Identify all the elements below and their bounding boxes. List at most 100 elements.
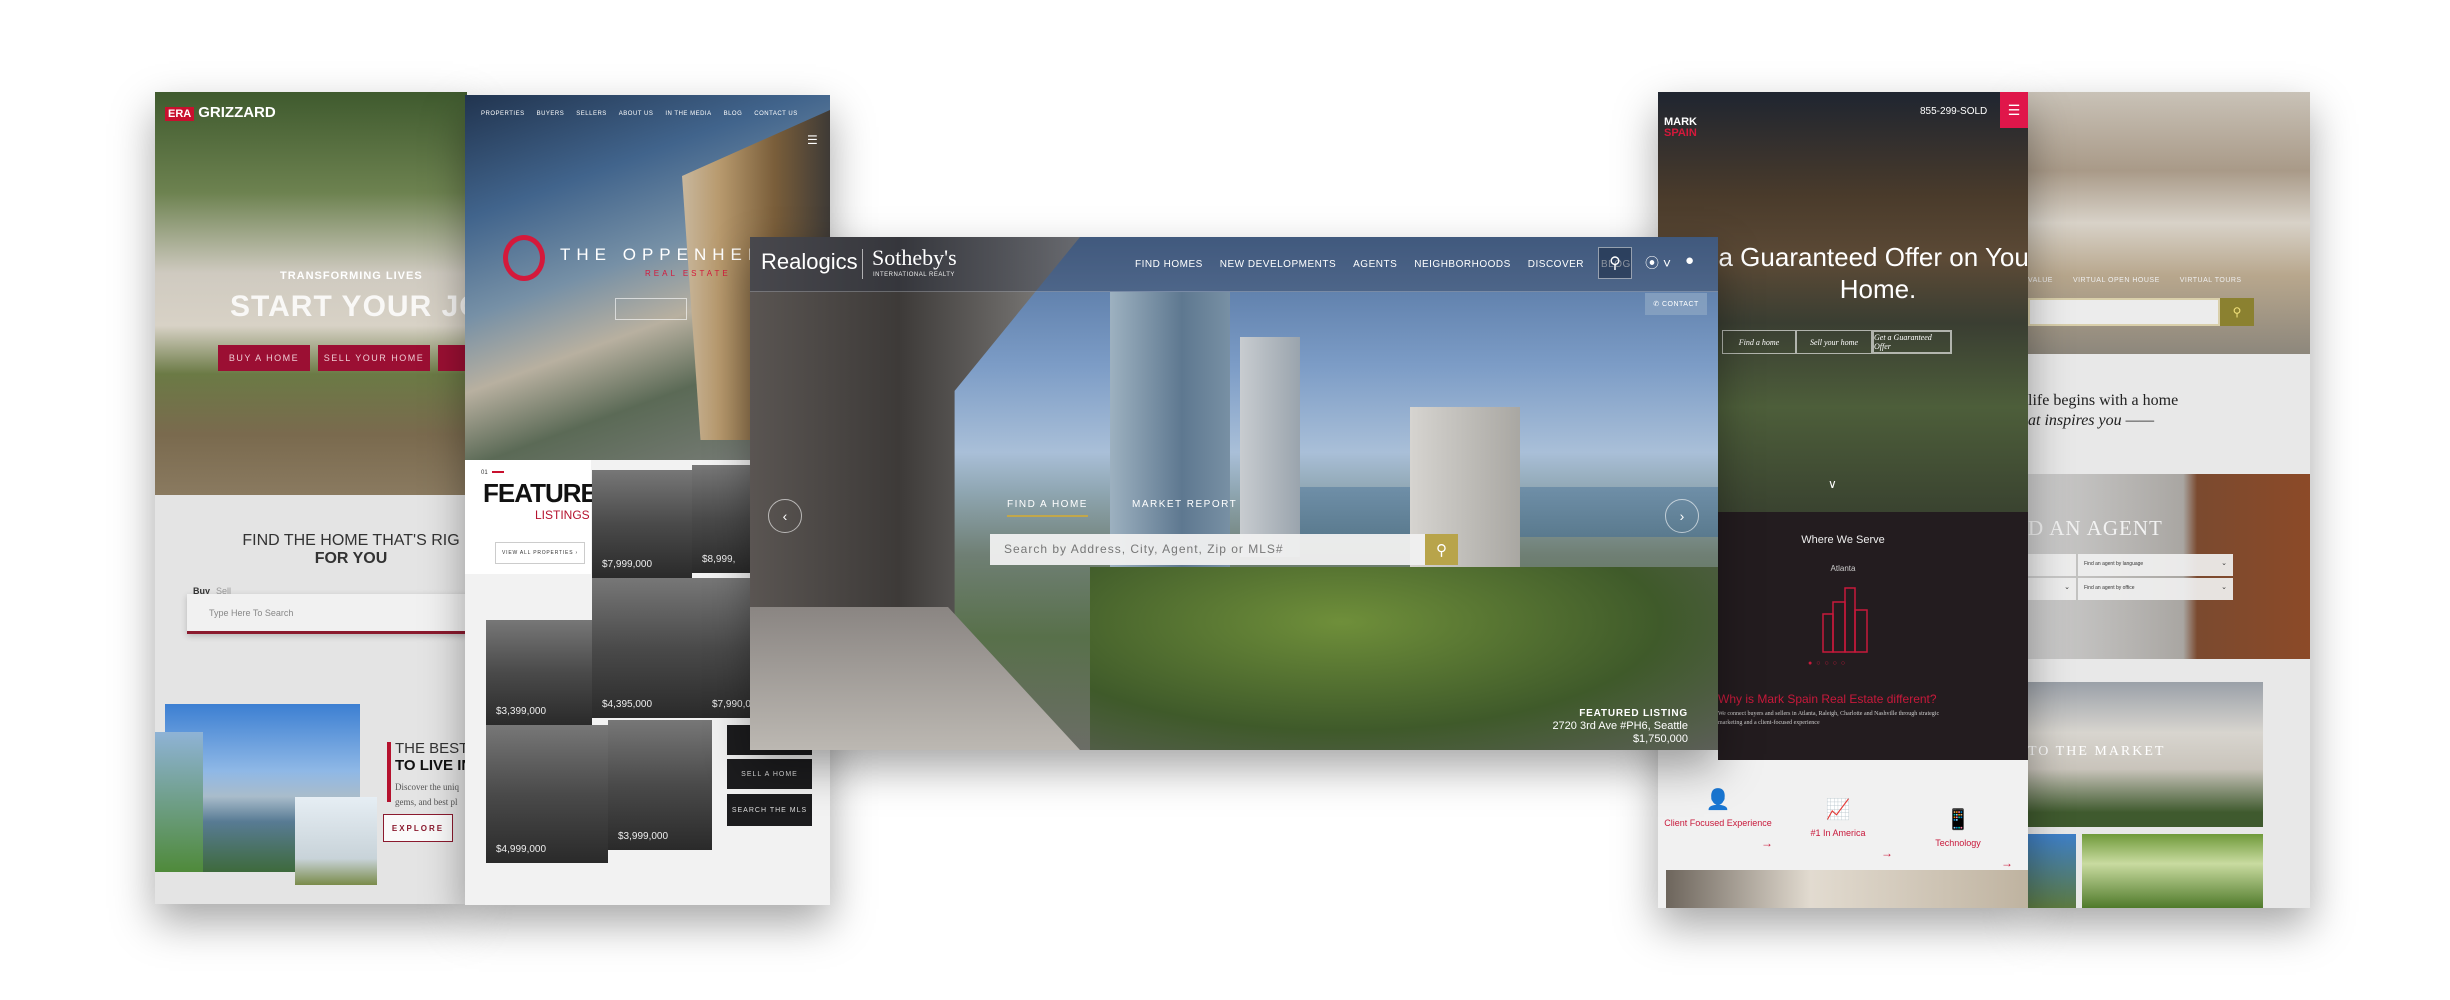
featured-subtitle: LISTINGS <box>535 508 590 522</box>
listing-card[interactable]: $4,999,000 <box>486 725 608 863</box>
featured-listing-caption[interactable]: FEATURED LISTING 2720 3rd Ave #PH6, Seat… <box>1552 707 1688 746</box>
nav-new-developments[interactable]: NEW DEVELOPMENTS <box>1220 259 1336 270</box>
top-nav: PROPERTIES BUYERS SELLERS ABOUT US IN TH… <box>481 111 798 117</box>
featured-label: FEATURED LISTING <box>1579 708 1688 719</box>
location-pin-icon[interactable]: ⦿ ˅ <box>1645 253 1671 273</box>
contact-button[interactable]: ✆ CONTACT <box>1645 293 1707 315</box>
search-input[interactable] <box>2028 298 2220 326</box>
hamburger-menu-icon[interactable]: ☰ <box>807 133 818 147</box>
guaranteed-offer-button[interactable]: Get a Guaranteed Offer <box>1872 330 1952 354</box>
tower-building <box>1240 337 1300 557</box>
markspain-logo[interactable]: MARK SPAIN <box>1664 117 1697 139</box>
tab-value[interactable]: VALUE <box>2028 277 2053 284</box>
listing-card[interactable]: $4,395,000 <box>592 578 702 718</box>
nav-agents[interactable]: AGENTS <box>1353 259 1397 270</box>
agent-select[interactable] <box>2028 554 2076 576</box>
brand-subtitle: REAL ESTATE <box>645 269 731 278</box>
tab-virtual-tours[interactable]: VIRTUAL TOURS <box>2180 277 2242 284</box>
user-icon[interactable]: ● <box>1685 252 1694 269</box>
find-home-button[interactable]: Find a home <box>1722 330 1796 354</box>
nav-neighborhoods[interactable]: NEIGHBORHOODS <box>1414 259 1511 270</box>
listing-card[interactable]: $7,990,00 <box>702 578 752 718</box>
nav-contact[interactable]: CONTACT US <box>754 111 797 117</box>
palm-photo <box>295 797 377 885</box>
oppenheim-logo-icon <box>503 235 545 281</box>
tab-virtual-open-house[interactable]: VIRTUAL OPEN HOUSE <box>2073 277 2160 284</box>
search-input[interactable]: Type Here To Search <box>187 594 467 634</box>
balcony-floor <box>750 607 1080 750</box>
nav-media[interactable]: IN THE MEDIA <box>665 111 711 117</box>
arrow-right-icon: → <box>2001 856 2013 870</box>
hero-cta-button[interactable] <box>615 298 687 320</box>
carousel-dots[interactable]: ●○○○○ <box>1808 660 1849 667</box>
nav-about[interactable]: ABOUT US <box>619 111 654 117</box>
community-photo <box>2028 834 2076 908</box>
nav-discover[interactable]: DISCOVER <box>1528 259 1584 270</box>
arrow-right-icon: → <box>1881 846 1893 860</box>
phone-number[interactable]: 855-299-SOLD <box>1920 106 1987 117</box>
hero-headline-2: Home. <box>1839 274 1917 304</box>
accent-bar <box>387 742 391 802</box>
sell-home-button[interactable]: SELL A HOME <box>727 759 812 789</box>
phone-icon: ✆ <box>1653 301 1662 308</box>
buy-home-button[interactable]: BUY A HOME <box>218 345 310 371</box>
logo-divider <box>862 249 863 279</box>
sell-home-button[interactable]: SELL YOUR HOME <box>318 345 430 371</box>
search-input[interactable]: Search by Address, City, Agent, Zip or M… <box>990 534 1425 565</box>
market-card[interactable]: TO THE MARKET <box>2028 682 2263 827</box>
language-select[interactable]: Find an agent by language ⌄ <box>2078 554 2233 576</box>
tagline-line-1: life begins with a home <box>2028 392 2179 409</box>
skyline-icon <box>1822 587 1868 653</box>
chart-icon: 📈 <box>1825 799 1851 821</box>
realogics-logo[interactable]: Realogics <box>761 249 858 275</box>
sell-home-button[interactable]: Sell your home <box>1796 330 1872 354</box>
hero-kicker: TRANSFORMING LIVES <box>280 270 423 282</box>
nav-properties[interactable]: PROPERTIES <box>481 111 525 117</box>
nav-buyers[interactable]: BUYERS <box>537 111 565 117</box>
listing-card[interactable]: $7,999,000 <box>592 470 692 578</box>
carousel-next-button[interactable]: › <box>1665 499 1699 533</box>
tagline-line-2: at inspires you —— <box>2028 412 2155 429</box>
listing-card[interactable]: $3,399,000 <box>486 620 592 725</box>
chevron-down-icon: ⌄ <box>2064 584 2070 591</box>
search-icon[interactable]: ⚲ <box>2220 298 2254 326</box>
community-photo <box>2082 834 2263 908</box>
phone-icon: 📱 <box>1945 809 1971 831</box>
explore-button[interactable]: EXPLORE <box>383 814 453 842</box>
why-different-body: We connect buyers and sellers in Atlanta… <box>1718 711 1940 726</box>
search-icon[interactable]: ⚲ <box>1598 247 1632 279</box>
third-hero-button[interactable] <box>438 345 467 371</box>
chevron-down-icon: ⌄ <box>2221 584 2227 591</box>
sothebys-logo[interactable]: Sotheby's <box>872 245 957 271</box>
feature-number-one[interactable]: 📈 #1 In America → <box>1783 797 1893 860</box>
sothebys-website-screenshot: Realogics Sotheby's INTERNATIONAL REALTY… <box>750 237 1718 750</box>
location-select[interactable]: ⌄ <box>2028 578 2076 600</box>
featured-listings-box: 01 FEATURED LISTINGS VIEW ALL PROPERTIES… <box>465 460 616 574</box>
listing-card[interactable]: $8,999, <box>692 465 752 573</box>
find-agent-title: D AN AGENT <box>2028 516 2163 540</box>
office-select[interactable]: Find an agent by office ⌄ <box>2078 578 2233 600</box>
tab-find-a-home[interactable]: FIND A HOME <box>1007 499 1088 517</box>
city-name: Atlanta <box>1830 564 1856 573</box>
park-photo <box>155 732 203 872</box>
search-tabs: VALUE VIRTUAL OPEN HOUSE VIRTUAL TOURS <box>2028 277 2242 284</box>
search-mls-button[interactable]: SEARCH THE MLS <box>727 794 812 826</box>
tab-market-report[interactable]: MARKET REPORT <box>1132 499 1237 515</box>
view-all-properties-button[interactable]: VIEW ALL PROPERTIES › <box>495 542 585 564</box>
feature-client-focused[interactable]: 👤 Client Focused Experience → <box>1663 787 1773 850</box>
nav-find-homes[interactable]: FIND HOMES <box>1135 259 1203 270</box>
listing-card[interactable]: $3,999,000 <box>608 720 712 850</box>
nav-sellers[interactable]: SELLERS <box>576 111 607 117</box>
chevron-down-icon[interactable]: ∨ <box>1828 477 1837 491</box>
hero-headline: START YOUR JOU <box>230 290 467 323</box>
featured-address: 2720 3rd Ave #PH6, Seattle <box>1552 720 1688 732</box>
why-different-title: Why is Mark Spain Real Estate different? <box>1718 692 1937 706</box>
carousel-prev-button[interactable]: ‹ <box>768 499 802 533</box>
featured-price: $1,750,000 <box>1632 733 1688 745</box>
find-agent-section: D AN AGENT Find an agent by language ⌄ ⌄ … <box>2028 474 2310 659</box>
feature-technology[interactable]: 📱 Technology → <box>1903 807 2013 870</box>
nav-blog[interactable]: BLOG <box>724 111 743 117</box>
hamburger-menu-icon[interactable]: ☰ <box>2000 92 2028 128</box>
search-submit-button[interactable]: ⚲ <box>1425 534 1458 565</box>
era-logo[interactable]: ERA GRIZZARD <box>165 104 276 121</box>
